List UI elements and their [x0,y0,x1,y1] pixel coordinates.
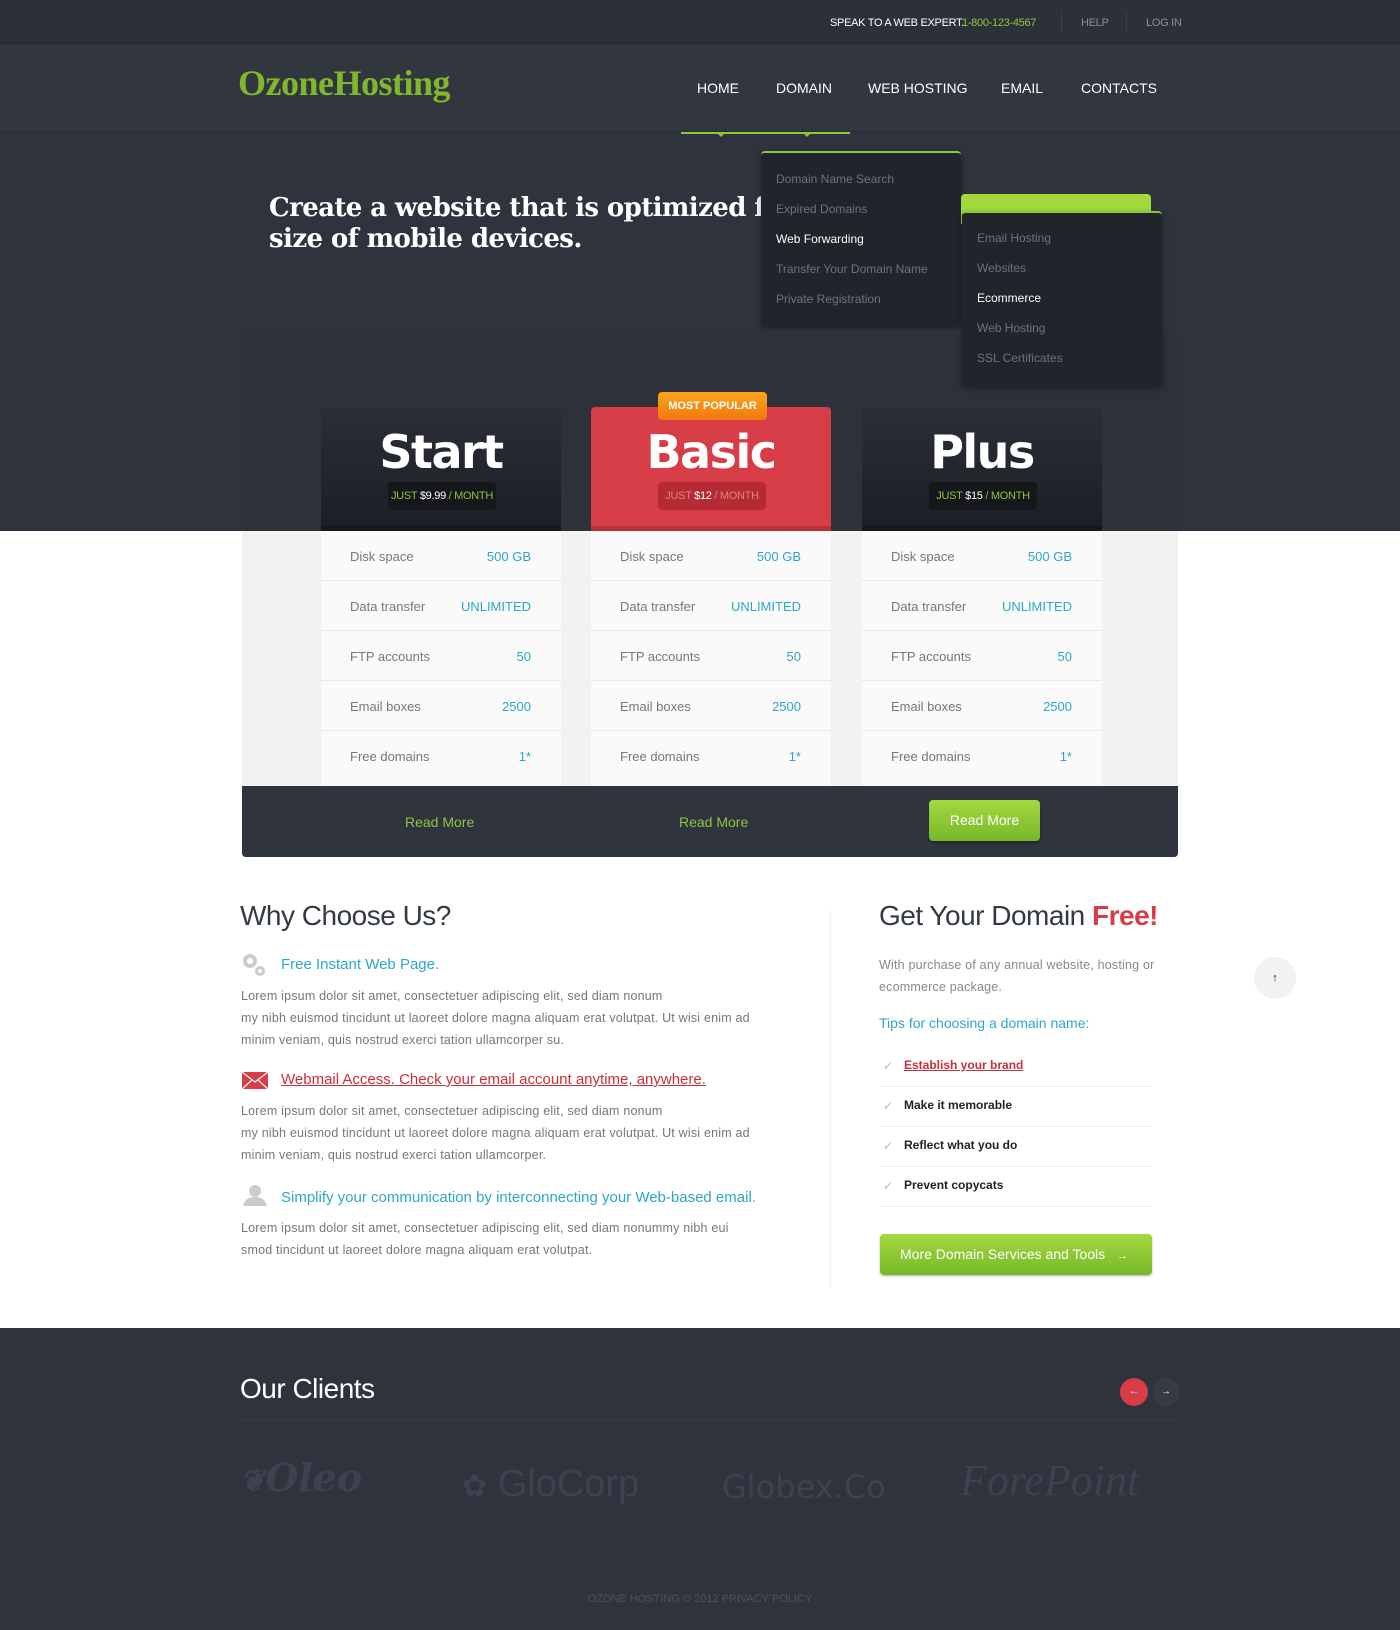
why-title: Why Choose Us? [240,900,451,931]
help-link[interactable]: HELP [1081,17,1109,29]
clients-title: Our Clients [240,1373,375,1404]
nav-email[interactable]: EMAIL [1001,80,1043,96]
webmail-link[interactable]: Webmail Access. Check your email account… [281,1071,706,1088]
read-more-basic[interactable]: Read More [679,814,748,830]
menu-item[interactable]: Email Hosting [977,231,1051,245]
user-icon [243,1185,267,1206]
phone-number[interactable]: 1-800-123-4567 [962,17,1036,29]
price-badge: JUST $12 / MONTH [658,482,766,510]
menu-item[interactable]: Web Forwarding [776,232,864,246]
top-bar [0,0,1400,44]
domain-dropdown: Domain Name Search Expired Domains Web F… [761,151,961,326]
menu-item[interactable]: Transfer Your Domain Name [776,262,928,276]
plan-name: Basic [646,425,777,479]
nav-home[interactable]: HOME [697,80,739,96]
feature-row: FTP accounts 50 [591,631,831,681]
feature-text: Lorem ipsum dolor sit amet, consectetuer… [241,1104,750,1162]
nav-active-indicator [681,132,850,134]
plan-start: Start JUST $9.99 / MONTH Disk space 500 G… [321,407,561,786]
read-more-plus-button[interactable]: Read More [929,800,1040,841]
tip-item[interactable]: ✓ Reflect what you do [880,1127,1152,1167]
menu-item[interactable]: Ecommerce [977,291,1041,305]
most-popular-badge: MOST POPULAR [658,392,767,420]
domain-title: Get Your Domain Free! [879,900,1158,931]
plan-header: Start JUST $9.99 / MONTH [321,407,561,531]
plan-basic: Basic JUST $12 / MONTH Disk space 500 GB … [591,407,831,786]
feature-row: Data transfer UNLIMITED [321,581,561,631]
plan-header: Plus JUST $15 / MONTH [862,407,1102,531]
hero-headline: Create a website that is optimized for t… [269,193,764,255]
client-logo-forepoint: ForePoint [960,1456,1140,1505]
feature-row: Free domains 1* [862,731,1102,786]
plan-header: Basic JUST $12 / MONTH [591,407,831,531]
arrow-right-icon: → [1116,1250,1128,1262]
check-icon: ✓ [883,1179,894,1193]
divider [240,1420,1178,1421]
tips-title: Tips for choosing a domain name: [879,1015,1090,1031]
feature-row: Data transfer UNLIMITED [591,581,831,631]
read-more-start[interactable]: Read More [405,814,474,830]
plan-plus: Plus JUST $15 / MONTH Disk space 500 GB D… [862,407,1102,786]
divider [1126,12,1127,34]
domain-description: With purchase of any annual website, hos… [879,958,1155,994]
feature-text: Lorem ipsum dolor sit amet, consectetuer… [241,989,750,1047]
envelope-icon [242,1072,268,1089]
hero-line: Create a website that is optimized for t… [269,193,764,223]
plan-name: Start [379,425,504,479]
menu-item[interactable]: Domain Name Search [776,172,894,186]
menu-item[interactable]: Private Registration [776,292,881,306]
plan-name: Plus [930,425,1035,479]
check-icon: ✓ [883,1139,894,1153]
caret-icon [717,133,725,137]
caret-icon [803,133,811,137]
feature-row: Disk space 500 GB [321,531,561,581]
column-divider [830,910,831,1288]
gears-icon [243,954,265,976]
tip-item[interactable]: ✓ Prevent copycats [880,1167,1152,1207]
clients-footer [0,1328,1400,1630]
client-logo-globex: Globex.Co [722,1468,886,1506]
prev-button[interactable]: ← [1120,1378,1148,1406]
tip-item[interactable]: ✓ Establish your brand [880,1047,1152,1087]
menu-item[interactable]: Web Hosting [977,321,1045,335]
nav-web-hosting[interactable]: WEB HOSTING [868,80,968,96]
client-logo-oleo: ❦Oleo [240,1455,363,1500]
menu-item[interactable]: Expired Domains [776,202,867,216]
feature-row: FTP accounts 50 [321,631,561,681]
feature-heading: Simplify your communication by interconn… [281,1189,756,1206]
feature-row: Free domains 1* [321,731,561,786]
feature-heading: Free Instant Web Page. [281,956,440,973]
menu-item[interactable]: Websites [977,261,1026,275]
divider [1061,12,1062,34]
hosting-dropdown: Email Hosting Websites Ecommerce Web Hos… [962,211,1162,386]
feature-row: Free domains 1* [591,731,831,786]
feature-text: Lorem ipsum dolor sit amet, consectetuer… [241,1221,729,1257]
feature-row: Disk space 500 GB [591,531,831,581]
nav-domain[interactable]: DOMAIN [776,80,832,96]
client-logo-glocorp: ✿ GloCorp [462,1463,640,1505]
price-badge: JUST $9.99 / MONTH [388,482,496,510]
more-domain-services-button[interactable]: More Domain Services and Tools → [880,1234,1152,1275]
check-icon: ✓ [883,1059,894,1073]
feature-row: Data transfer UNLIMITED [862,581,1102,631]
feature-row: Email boxes 2500 [321,681,561,731]
logo[interactable]: OzoneHosting [238,62,451,104]
feature-row: FTP accounts 50 [862,631,1102,681]
copyright: OZONE HOSTING © 2012 PRIVACY POLICY [587,1593,813,1605]
feature-row: Email boxes 2500 [591,681,831,731]
check-icon: ✓ [883,1099,894,1113]
divider [0,1562,1400,1563]
price-badge: JUST $15 / MONTH [929,482,1037,510]
feature-row: Disk space 500 GB [862,531,1102,581]
hero-line: size of mobile devices. [269,224,582,254]
next-button[interactable]: → [1152,1378,1180,1406]
login-link[interactable]: LOG IN [1146,17,1182,29]
menu-item[interactable]: SSL Certificates [977,351,1063,365]
scroll-top-button[interactable]: ↑ [1254,957,1296,999]
feature-row: Email boxes 2500 [862,681,1102,731]
speak-label: SPEAK TO A WEB EXPERT. [830,17,965,29]
nav-contacts[interactable]: CONTACTS [1081,80,1157,96]
tip-item[interactable]: ✓ Make it memorable [880,1087,1152,1127]
